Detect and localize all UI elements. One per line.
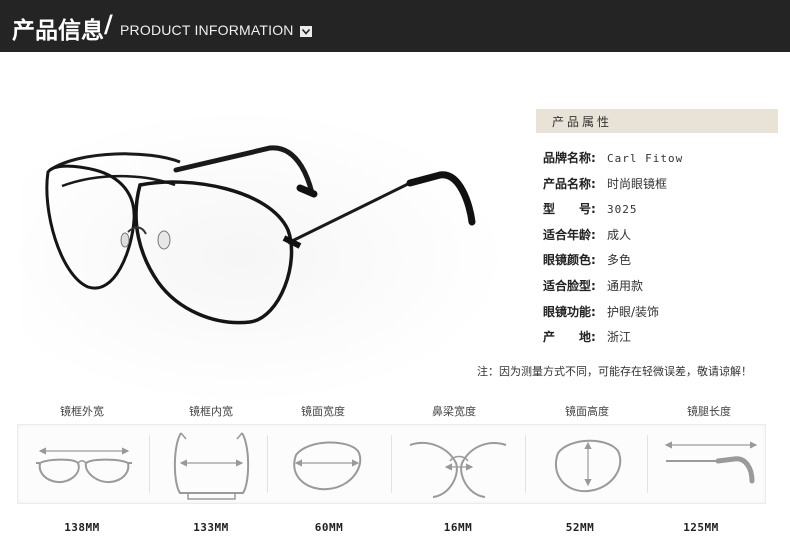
- attributes-heading: 产品属性: [552, 115, 613, 129]
- attribute-key: 适合脸型:: [543, 278, 596, 293]
- measurement-value: 52MM: [565, 521, 595, 534]
- measurement-value: 138MM: [64, 521, 100, 534]
- attribute-row-function: 眼镜功能: 护眼/装饰: [543, 303, 783, 329]
- measurement-label: 镜腿长度: [687, 405, 731, 418]
- attribute-key: 产品名称:: [543, 176, 596, 191]
- temple-length-icon: [664, 441, 758, 484]
- attribute-key: 适合年龄:: [543, 227, 596, 242]
- section-header: 产品信息 / PRODUCT INFORMATION: [0, 0, 790, 52]
- attribute-value: Carl Fitow: [607, 152, 684, 165]
- measurement-value: 60MM: [314, 521, 344, 534]
- measurement-label: 镜框内宽: [189, 405, 233, 418]
- measurement-value: 133MM: [193, 521, 229, 534]
- measurement-note: 注：因为测量方式不同，可能存在轻微误差，敬请谅解！: [477, 365, 752, 378]
- attribute-value: 多色: [607, 253, 632, 268]
- product-photo: [0, 52, 520, 407]
- attribute-value: 3025: [607, 203, 638, 217]
- measurement-labels: 镜框外宽 镜框内宽 镜面宽度 鼻梁宽度 镜面高度 镜腿长度: [0, 403, 790, 419]
- attribute-row-name: 产品名称: 时尚眼镜框: [543, 175, 783, 201]
- frame-outer-width-icon: [36, 447, 132, 484]
- frame-inner-width-icon: [173, 432, 250, 500]
- attribute-row-age: 适合年龄: 成人: [543, 226, 783, 252]
- attribute-key: 眼镜功能:: [543, 304, 596, 319]
- measurement-diagram-panel: [17, 424, 766, 504]
- attribute-value: 成人: [607, 227, 632, 242]
- attribute-row-model: 型 号: 3025: [543, 200, 783, 226]
- measurement-value: 125MM: [683, 521, 719, 534]
- attribute-value: 时尚眼镜框: [607, 176, 668, 191]
- attributes-list: 品牌名称: Carl Fitow 产品名称: 时尚眼镜框 型 号: 3025 适合年龄…: [543, 149, 783, 354]
- bridge-width-icon: [409, 442, 507, 498]
- attribute-key: 品牌名称:: [543, 151, 596, 165]
- attribute-row-color: 眼镜颜色: 多色: [543, 251, 783, 277]
- measurement-value: 16MM: [443, 521, 473, 534]
- attribute-key: 型 号:: [543, 202, 596, 217]
- attribute-row-face: 适合脸型: 通用款: [543, 277, 783, 303]
- title-slash: /: [104, 10, 113, 38]
- attribute-key: 产 地:: [543, 330, 596, 345]
- measurement-label: 镜框外宽: [60, 405, 104, 418]
- attribute-row-brand: 品牌名称: Carl Fitow: [543, 149, 783, 175]
- section-title-cn: 产品信息: [12, 18, 104, 44]
- attribute-value: 护眼/装饰: [607, 304, 660, 319]
- measurement-label: 鼻梁宽度: [432, 405, 476, 418]
- section-title-en: PRODUCT INFORMATION: [120, 22, 294, 38]
- attribute-key: 眼镜颜色:: [543, 253, 596, 268]
- glasses-illustration: [45, 145, 476, 325]
- measurement-values: 138MM 133MM 60MM 16MM 52MM 125MM: [0, 521, 790, 537]
- attribute-value: 浙江: [607, 330, 632, 345]
- lens-width-icon: [293, 441, 362, 491]
- measurement-label: 镜面高度: [565, 405, 609, 418]
- attribute-row-origin: 产 地: 浙江: [543, 328, 783, 354]
- lens-height-icon: [555, 439, 622, 493]
- measurement-label: 镜面宽度: [301, 405, 345, 418]
- chevron-down-icon[interactable]: [300, 26, 312, 37]
- attributes-heading-bar: 产品属性: [536, 109, 778, 133]
- attribute-value: 通用款: [607, 278, 644, 293]
